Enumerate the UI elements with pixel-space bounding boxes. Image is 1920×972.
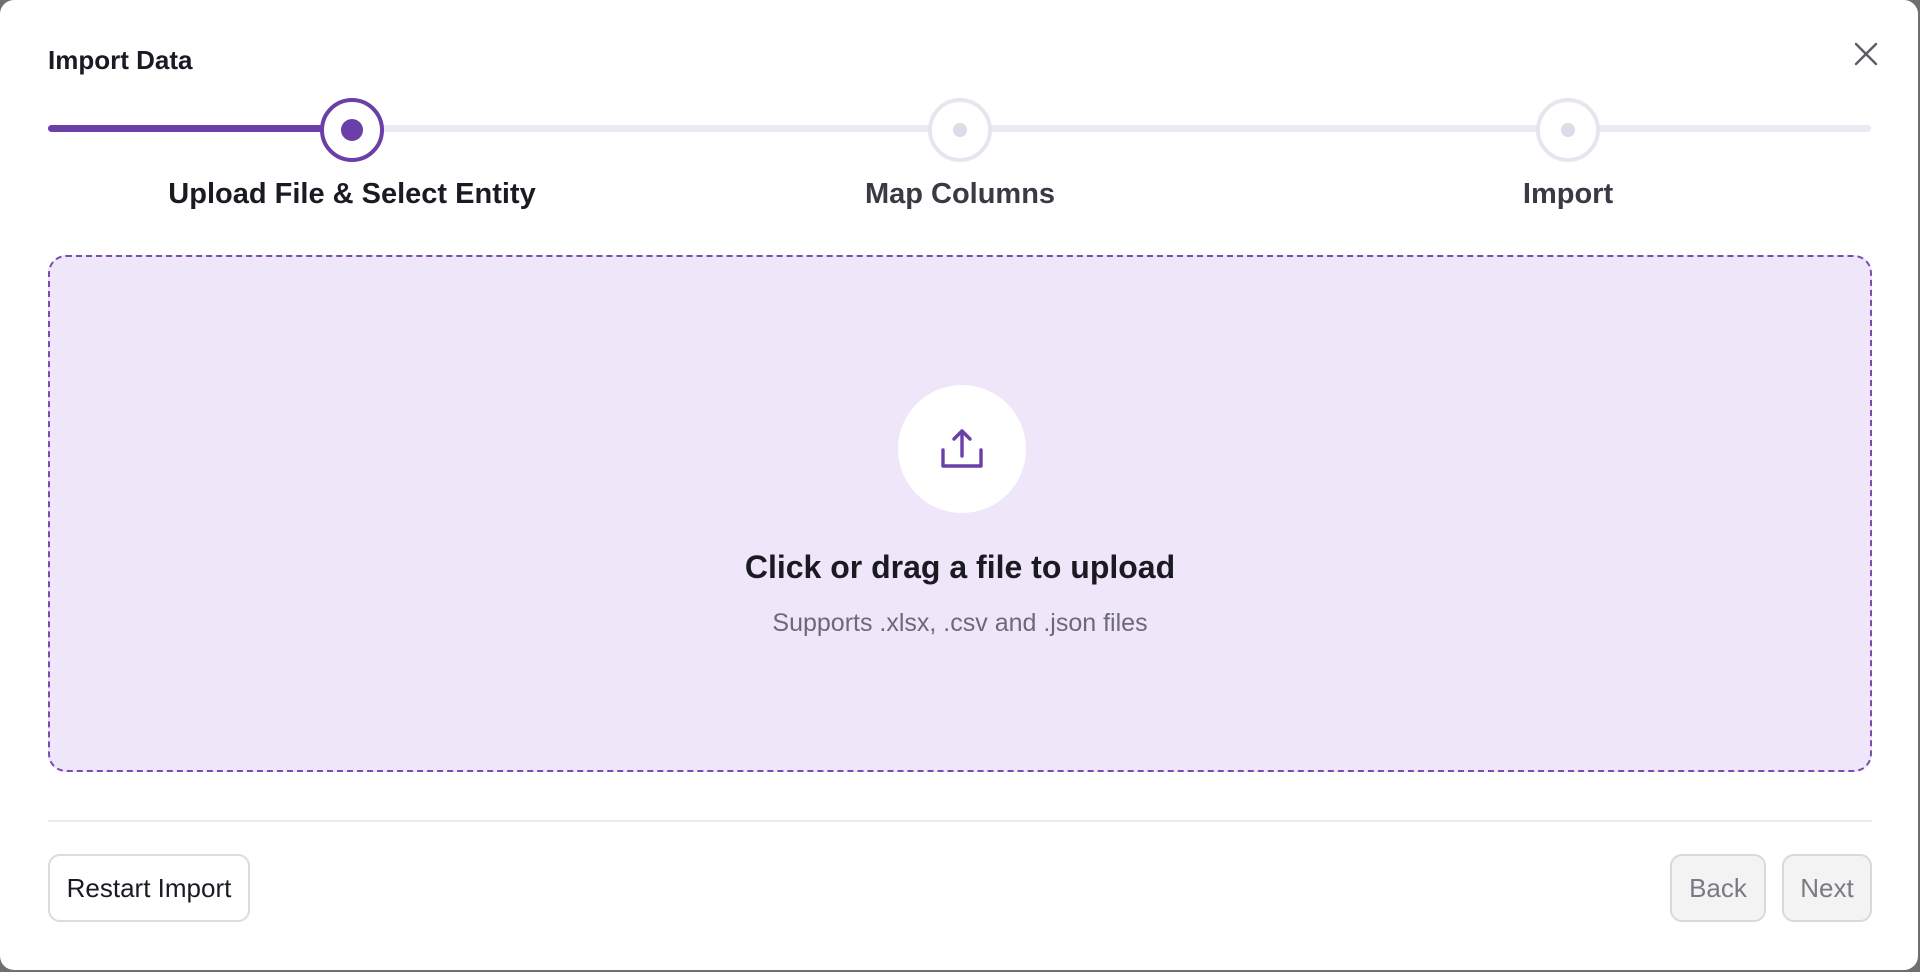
- step-2-label: Map Columns: [864, 178, 1056, 210]
- file-dropzone[interactable]: Click or drag a file to upload Supports …: [48, 255, 1872, 772]
- step-1-label: Upload File & Select Entity: [168, 178, 536, 210]
- close-icon: [1854, 42, 1878, 66]
- dropzone-subtitle: Supports .xlsx, .csv and .json files: [772, 609, 1148, 637]
- restart-import-button[interactable]: Restart Import: [48, 854, 250, 922]
- step-3-label: Import: [1522, 178, 1614, 210]
- import-data-modal: Import Data Upload File & Select Entity …: [0, 0, 1918, 970]
- dropzone-title: Click or drag a file to upload: [744, 549, 1176, 585]
- next-button[interactable]: Next: [1782, 854, 1872, 922]
- close-button[interactable]: [1848, 36, 1884, 72]
- step-3-indicator: [1536, 98, 1600, 162]
- step-1-indicator: [320, 98, 384, 162]
- step-3-dot: [1561, 123, 1575, 137]
- step-2-indicator: [928, 98, 992, 162]
- modal-title: Import Data: [48, 45, 193, 75]
- upload-icon: [941, 429, 983, 468]
- stepper-progress: [48, 125, 354, 132]
- back-button[interactable]: Back: [1670, 854, 1766, 922]
- upload-icon-container: [898, 385, 1026, 513]
- step-2-dot: [953, 123, 967, 137]
- step-1-dot: [341, 119, 363, 141]
- footer-divider: [48, 820, 1872, 822]
- import-stepper: Upload File & Select Entity Map Columns …: [48, 98, 1871, 218]
